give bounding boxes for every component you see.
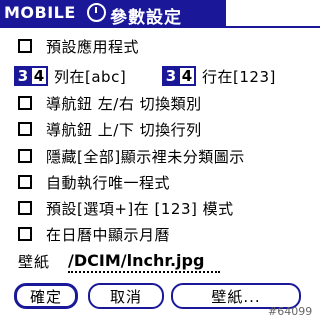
preferences-screen: MOBILE 參數設定 預設應用程式 3 4 列在[abc] 3 4 行在[12…: [0, 0, 320, 320]
watermark: #64099: [268, 305, 313, 318]
hide-unfiled-label: 隱藏[全部]顯示裡未分類圖示: [46, 147, 245, 166]
row-setting: 3 4 行在[123]: [162, 64, 276, 88]
auto-run-checkbox[interactable]: [18, 175, 32, 189]
option-default-123-mode[interactable]: 預設[選項+]在 [123] 模式: [18, 196, 234, 220]
option-hide-unfiled[interactable]: 隱藏[全部]顯示裡未分類圖示: [18, 144, 245, 168]
ok-button[interactable]: 確定: [14, 283, 78, 309]
row-option-4[interactable]: 4: [178, 66, 196, 86]
show-month-calendar-checkbox[interactable]: [18, 227, 32, 241]
title-divider: [0, 26, 320, 28]
nav-left-right-checkbox[interactable]: [18, 96, 32, 110]
column-setting-label: 列在[abc]: [54, 67, 127, 86]
title-bar: MOBILE 參數設定: [0, 0, 226, 28]
wallpaper-path-field[interactable]: /DCIM/lnchr.jpg: [68, 251, 220, 273]
nav-up-down-checkbox[interactable]: [18, 122, 32, 136]
default-app-checkbox[interactable]: [18, 39, 32, 53]
hide-unfiled-checkbox[interactable]: [18, 149, 32, 163]
power-logo-icon: [87, 3, 106, 22]
column-setting: 3 4 列在[abc]: [14, 64, 126, 88]
page-title: 參數設定: [110, 8, 182, 28]
default-123-mode-label: 預設[選項+]在 [123] 模式: [46, 199, 234, 218]
default-app-label: 預設應用程式: [46, 37, 140, 56]
wallpaper-label: 壁紙: [18, 253, 51, 271]
cancel-button[interactable]: 取消: [88, 283, 164, 309]
column-option-4[interactable]: 4: [30, 66, 48, 86]
brand-logo: MOBILE: [4, 3, 76, 22]
option-nav-left-right[interactable]: 導航鈕 左/右 切換類別: [18, 91, 202, 115]
nav-left-right-label: 導航鈕 左/右 切換類別: [46, 94, 202, 113]
show-month-calendar-label: 在日曆中顯示月曆: [46, 225, 171, 244]
auto-run-label: 自動執行唯一程式: [46, 173, 171, 192]
option-auto-run[interactable]: 自動執行唯一程式: [18, 170, 170, 194]
option-default-app[interactable]: 預設應用程式: [18, 34, 139, 58]
option-nav-up-down[interactable]: 導航鈕 上/下 切換行列: [18, 117, 202, 141]
default-123-mode-checkbox[interactable]: [18, 201, 32, 215]
nav-up-down-label: 導航鈕 上/下 切換行列: [46, 120, 202, 139]
row-setting-label: 行在[123]: [202, 67, 276, 86]
option-show-month-calendar[interactable]: 在日曆中顯示月曆: [18, 222, 170, 246]
